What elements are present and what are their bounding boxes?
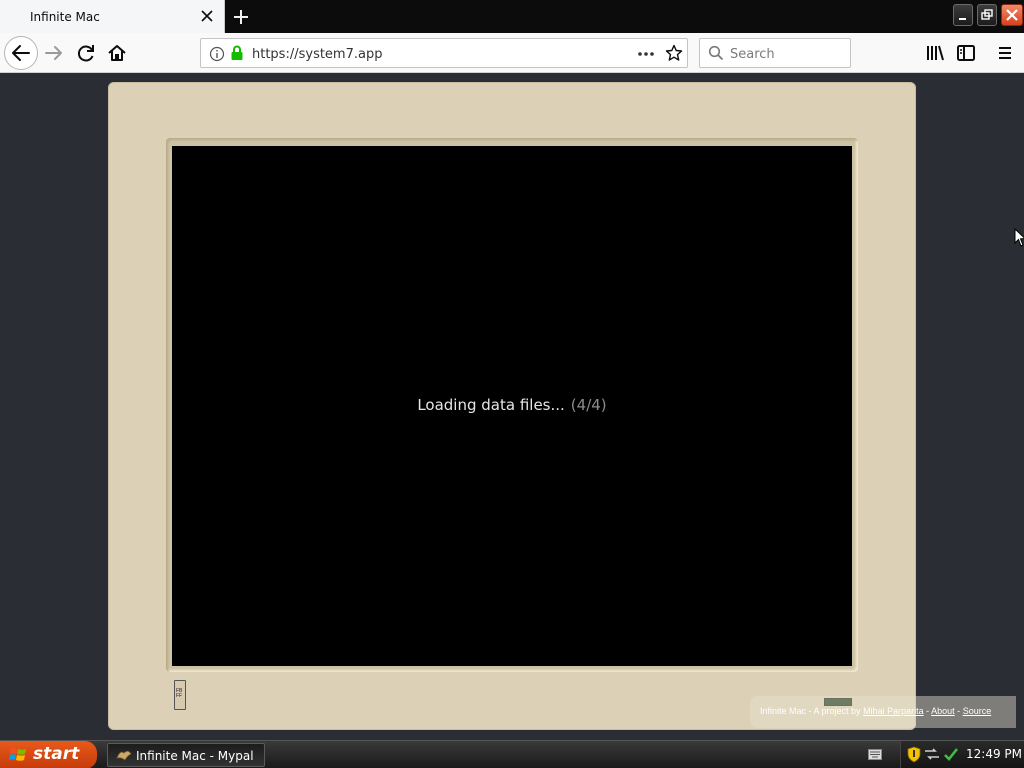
arrow-left-icon [12, 45, 30, 61]
home-icon [108, 45, 126, 61]
reload-button[interactable] [71, 38, 101, 68]
more-actions-icon[interactable] [637, 46, 655, 62]
loading-text: Loading data files... [417, 396, 565, 414]
windows-taskbar: start Infinite Mac - Mypal 12:49 PM [0, 740, 1024, 768]
windows-logo-icon [9, 748, 26, 761]
floppy-drive-slot: FB FF [174, 680, 186, 710]
network-icon[interactable] [924, 747, 940, 761]
sidebar-icon [957, 45, 975, 61]
menu-button[interactable] [990, 38, 1020, 68]
minimize-icon [959, 18, 966, 20]
author-link[interactable]: Mihai Parparita [863, 706, 924, 716]
close-icon [1006, 9, 1018, 21]
tab-strip: Infinite Mac [0, 0, 1024, 33]
search-bar[interactable] [699, 38, 851, 68]
security-shield-icon[interactable] [907, 746, 921, 763]
start-label: start [33, 744, 80, 764]
floppy-label: FB FF [176, 688, 183, 699]
search-icon [708, 45, 724, 61]
url-text[interactable]: https://system7.app [252, 47, 382, 62]
search-input[interactable] [730, 45, 845, 63]
forward-button[interactable] [39, 38, 69, 68]
tab-title: Infinite Mac [30, 10, 100, 24]
mouse-cursor-icon [1014, 228, 1024, 247]
loading-progress-count: (4/4) [570, 396, 607, 414]
reload-icon [77, 45, 94, 62]
lock-icon[interactable] [230, 45, 244, 61]
library-icon [927, 45, 944, 61]
taskbar-item-label: Infinite Mac - Mypal [136, 749, 254, 763]
classic-mac-monitor: Loading data files... (4/4) FB FF [108, 82, 916, 730]
updates-icon[interactable] [943, 746, 959, 762]
plus-icon[interactable] [230, 6, 252, 28]
tab-infinite-mac[interactable]: Infinite Mac [0, 0, 225, 33]
system-tray: 12:49 PM [900, 741, 1024, 768]
close-icon[interactable] [199, 8, 215, 24]
library-button[interactable] [920, 38, 950, 68]
restore-button[interactable] [977, 4, 997, 26]
credits-footer: Infinite Mac - A project by Mihai Parpar… [750, 696, 1016, 728]
hamburger-menu-icon [999, 47, 1011, 59]
minimize-button[interactable] [953, 4, 973, 26]
about-link[interactable]: About [931, 706, 955, 716]
page-content: Loading data files... (4/4) FB FF [0, 74, 1024, 740]
info-icon[interactable] [209, 46, 225, 62]
bookmark-star-icon[interactable] [665, 44, 683, 62]
credits-separator: - [926, 706, 930, 716]
sidebar-button[interactable] [951, 38, 981, 68]
source-link[interactable]: Source [963, 706, 992, 716]
clock[interactable]: 12:49 PM [966, 747, 1022, 761]
arrow-right-icon [45, 46, 62, 60]
loading-status: Loading data files... (4/4) [172, 396, 852, 414]
window-close-button[interactable] [1001, 4, 1023, 26]
mypal-browser-icon [116, 750, 132, 761]
back-button[interactable] [4, 36, 38, 70]
home-button[interactable] [102, 38, 132, 68]
navigation-toolbar: https://system7.app [0, 33, 1024, 73]
url-bar[interactable]: https://system7.app [200, 38, 688, 68]
credits-separator: - [957, 706, 961, 716]
taskbar-item-mypal[interactable]: Infinite Mac - Mypal [107, 743, 265, 767]
restore-icon [981, 9, 993, 20]
start-button[interactable]: start [0, 741, 97, 768]
emulator-screen[interactable]: Loading data files... (4/4) [172, 146, 852, 666]
credits-prefix: Infinite Mac - A project by [760, 706, 861, 716]
keyboard-icon[interactable] [868, 749, 882, 760]
